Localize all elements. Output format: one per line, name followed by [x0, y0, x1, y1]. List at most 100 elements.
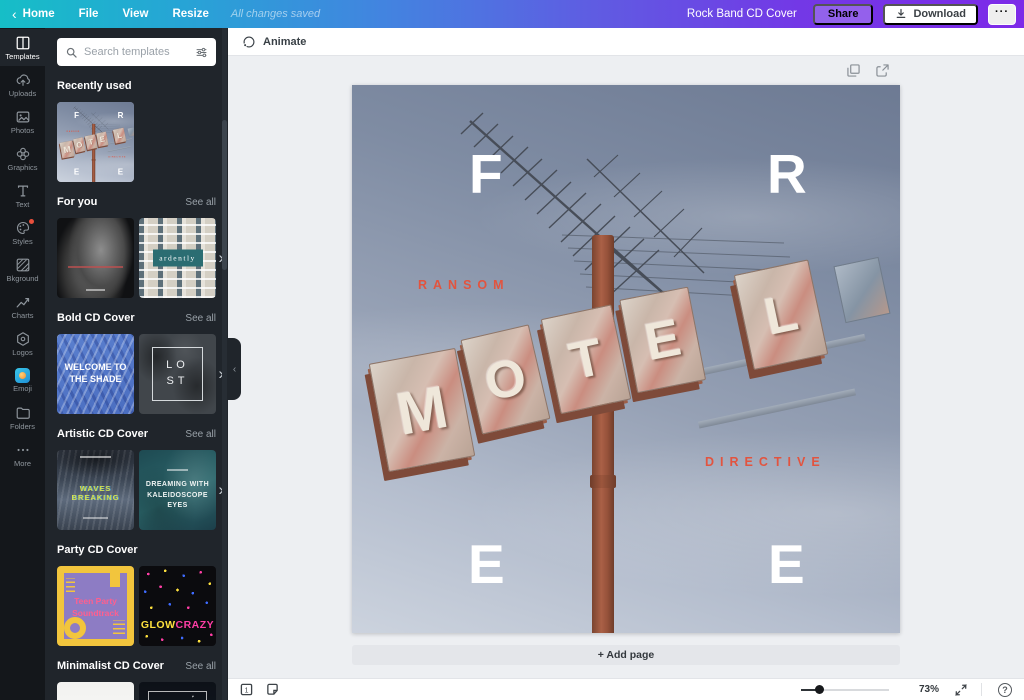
styles-notification-badge — [29, 219, 34, 224]
rail-item-graphics[interactable]: Graphics — [0, 140, 45, 177]
download-icon — [895, 8, 907, 20]
template-thumb-welcome-shade[interactable]: WELCOME TO THE SHADE — [57, 334, 134, 414]
template-thumb-waves[interactable]: WAVES BREAKING — [57, 450, 134, 530]
zoom-slider-handle[interactable] — [815, 685, 824, 694]
notes-icon[interactable] — [266, 683, 279, 696]
template-thumb-glowcrazy[interactable]: GLOWCRAZY — [139, 566, 216, 646]
rail-item-more[interactable]: More — [0, 436, 45, 473]
menu-file[interactable]: File — [79, 8, 99, 20]
thumb-caption-line — [86, 289, 105, 291]
rail-item-folders[interactable]: Folders — [0, 399, 45, 436]
sign-pole-collar — [92, 159, 96, 161]
share-button[interactable]: Share — [813, 4, 874, 25]
thumb-decoration — [110, 573, 120, 587]
design-text-letter-e2[interactable]: E — [768, 537, 805, 592]
section-recently-used: Recently used — [57, 80, 216, 182]
sidebar-rail: Templates Uploads Photos Graphics Text — [0, 28, 45, 700]
thumb-title: DREAMING WITH KALEIDOSCOPE EYES — [139, 480, 216, 512]
thumb-caption-line — [83, 517, 108, 519]
rail-item-logos[interactable]: Logos — [0, 325, 45, 362]
panel-scrollbar[interactable] — [222, 28, 227, 700]
design-text-letter-e2[interactable]: E — [118, 168, 123, 176]
rail-label: Charts — [11, 312, 33, 320]
rail-item-styles[interactable]: Styles — [0, 214, 45, 251]
see-all-link[interactable]: See all — [185, 197, 216, 208]
logos-icon — [15, 331, 31, 347]
thumb-title: Teen Party Soundtrack — [57, 596, 134, 620]
sign-letter-box: M — [369, 348, 476, 472]
help-button[interactable]: ? — [998, 683, 1012, 697]
zoom-slider[interactable] — [801, 689, 889, 691]
template-thumb-lost[interactable]: LO ST — [139, 334, 216, 414]
section-minimalist-cd-cover: Minimalist CD Cover See all IT IS SNOWIN… — [57, 660, 216, 700]
rail-item-emoji[interactable]: Emoji — [0, 362, 45, 399]
duplicate-page-icon[interactable] — [847, 64, 860, 77]
more-icon — [15, 442, 31, 458]
see-all-link[interactable]: See all — [185, 661, 216, 672]
animate-button[interactable]: Animate — [242, 35, 306, 49]
template-thumb-ardently[interactable]: ardently — [139, 218, 216, 298]
thumb-decoration — [113, 620, 125, 634]
design-text-ransom[interactable]: RANSOM — [67, 130, 80, 132]
section-title: Artistic CD Cover — [57, 428, 148, 440]
see-all-link[interactable]: See all — [185, 429, 216, 440]
sign-letter-box: E — [619, 287, 706, 394]
rail-item-uploads[interactable]: Uploads — [0, 66, 45, 103]
see-all-link[interactable]: See all — [185, 313, 216, 324]
search-input[interactable] — [84, 46, 189, 58]
rail-label: Uploads — [9, 90, 37, 98]
templates-panel: Recently used — [45, 28, 228, 700]
header-more-button[interactable]: ··· — [988, 4, 1016, 25]
emoji-icon — [15, 368, 30, 383]
recent-design-thumb[interactable]: M O T E L F R RANSOM DIRECTIVE E E — [57, 102, 134, 182]
menu-resize[interactable]: Resize — [172, 8, 208, 20]
export-page-icon[interactable] — [876, 64, 889, 77]
graphics-icon — [15, 146, 31, 162]
sign-letter-box: O — [460, 324, 550, 434]
design-page[interactable]: M O T E L F R RANSOM DIRECTIVE E E — [352, 85, 900, 633]
section-for-you: For you See all ardently › — [57, 196, 216, 298]
rail-item-text[interactable]: Text — [0, 177, 45, 214]
panel-collapse-tab[interactable]: ‹ — [228, 338, 241, 400]
design-text-directive[interactable]: DIRECTIVE — [705, 455, 826, 469]
design-text-letter-f[interactable]: F — [74, 111, 79, 119]
rail-item-photos[interactable]: Photos — [0, 103, 45, 140]
add-page-button[interactable]: + Add page — [352, 645, 900, 665]
sign-letter-box: T — [541, 304, 632, 414]
document-title[interactable]: Rock Band CD Cover — [687, 8, 797, 20]
thumb-title: GLOWCRAZY — [139, 619, 216, 631]
design-text-letter-r[interactable]: R — [767, 147, 807, 202]
design-text-letter-r[interactable]: R — [118, 111, 124, 119]
header-menu: ‹ Home File View Resize — [12, 8, 209, 21]
zoom-level: 73% — [909, 684, 939, 695]
download-button[interactable]: Download — [883, 4, 978, 25]
template-thumb-teen-party[interactable]: Teen Party Soundtrack — [57, 566, 134, 646]
fullscreen-button[interactable] — [955, 684, 967, 696]
section-title: Minimalist CD Cover — [57, 660, 164, 672]
design-text-letter-e1[interactable]: E — [74, 168, 79, 176]
rail-label: Graphics — [7, 164, 37, 172]
design-text-directive[interactable]: DIRECTIVE — [109, 156, 127, 158]
animate-icon — [242, 35, 256, 49]
section-title: Party CD Cover — [57, 544, 138, 556]
page-grid-view-icon[interactable]: 1 — [240, 683, 253, 696]
template-thumb-riot[interactable]: RIOT OF RENEGADES — [139, 682, 216, 700]
home-button[interactable]: ‹ Home — [12, 8, 55, 21]
menu-view[interactable]: View — [122, 8, 148, 20]
design-text-letter-e1[interactable]: E — [468, 537, 505, 592]
rail-item-templates[interactable]: Templates — [0, 29, 45, 66]
search-box[interactable] — [57, 38, 216, 66]
search-icon — [65, 46, 78, 59]
rail-item-charts[interactable]: Charts — [0, 288, 45, 325]
folders-icon — [15, 405, 31, 421]
design-text-ransom[interactable]: RANSOM — [418, 278, 510, 292]
panel-scrollbar-thumb[interactable] — [222, 120, 227, 270]
filter-icon[interactable] — [195, 46, 208, 59]
rail-item-background[interactable]: Bkground — [0, 251, 45, 288]
template-thumb-dreaming[interactable]: DREAMING WITH KALEIDOSCOPE EYES — [139, 450, 216, 530]
template-thumb-snowing[interactable]: IT IS SNOWING — [57, 682, 134, 700]
rail-label: Emoji — [13, 385, 32, 393]
thumb-title: WAVES BREAKING — [57, 484, 134, 502]
design-text-letter-f[interactable]: F — [469, 147, 503, 202]
template-thumb-hands[interactable] — [57, 218, 134, 298]
